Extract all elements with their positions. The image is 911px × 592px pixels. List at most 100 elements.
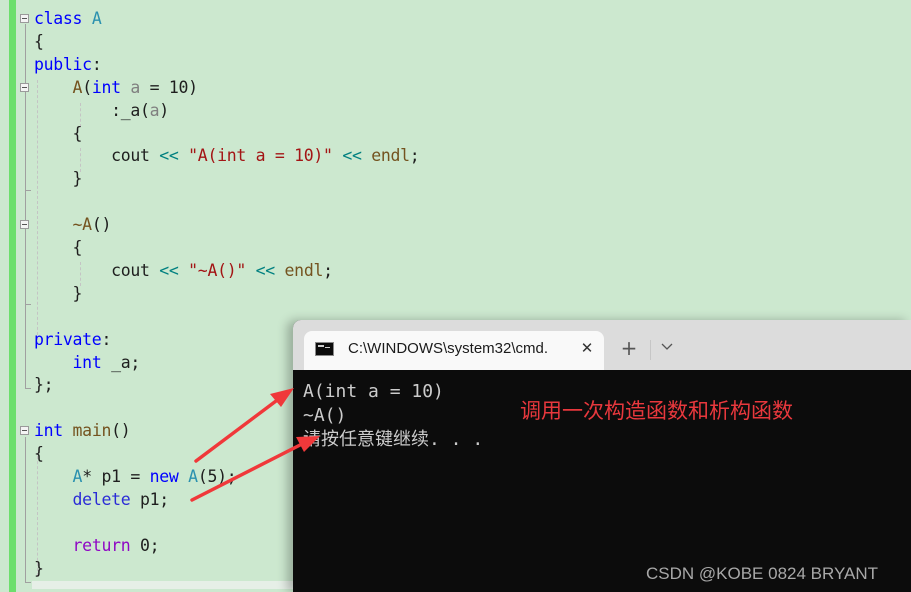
code-token: endl <box>284 260 324 280</box>
code-token: "A(int a = 10)" <box>188 146 333 166</box>
code-token: ~A <box>72 215 93 235</box>
code-line[interactable]: } <box>34 168 83 190</box>
change-indicator-bar <box>9 0 16 592</box>
code-token: ; <box>323 260 333 280</box>
code-line[interactable]: { <box>34 123 83 145</box>
fold-toggle-dtor[interactable] <box>20 220 29 229</box>
code-token: cout <box>34 146 160 166</box>
code-token: class <box>34 9 83 28</box>
code-token: "~A()" <box>188 260 246 280</box>
code-token: new <box>149 467 179 486</box>
code-token: int <box>91 77 121 97</box>
code-line[interactable]: A(int a = 10) <box>34 77 199 99</box>
code-line[interactable]: int _a; <box>34 352 141 374</box>
code-token: cout <box>34 260 160 280</box>
close-tab-icon[interactable]: ✕ <box>576 337 598 359</box>
code-token: :_a( <box>34 100 150 120</box>
tab-title: C:\WINDOWS\system32\cmd. <box>348 340 549 357</box>
code-token: } <box>34 169 83 189</box>
code-token: A <box>72 77 83 97</box>
code-line[interactable]: { <box>34 31 44 53</box>
new-tab-button[interactable]: + <box>617 336 641 360</box>
horizontal-scrollbar[interactable] <box>32 581 302 589</box>
code-token: { <box>34 123 83 143</box>
terminal-tab[interactable]: C:\WINDOWS\system32\cmd. ✕ <box>304 331 604 370</box>
terminal-tab-bar: C:\WINDOWS\system32\cmd. ✕ + <box>293 320 911 370</box>
code-token: ; <box>409 146 420 166</box>
code-line[interactable]: } <box>34 283 83 305</box>
code-token: a <box>149 100 160 120</box>
code-token: int <box>34 421 63 441</box>
code-token: << <box>159 146 179 166</box>
code-line[interactable]: int main() <box>34 420 131 442</box>
annotation-text: 调用一次构造函数和析构函数 <box>520 399 793 423</box>
terminal-output-line: A(int a = 10) <box>303 381 444 402</box>
code-token: (5); <box>197 467 237 486</box>
code-line[interactable]: :_a(a) <box>34 100 169 122</box>
code-token: p1; <box>130 489 169 509</box>
code-line[interactable]: private: <box>34 329 111 351</box>
code-line[interactable]: public: <box>34 54 102 76</box>
code-line[interactable]: return 0; <box>34 535 160 557</box>
code-line[interactable]: A* p1 = new A(5); <box>34 466 237 488</box>
tab-separator <box>650 340 651 360</box>
code-token: * p1 = <box>82 467 150 486</box>
fold-end-dtor <box>25 304 31 305</box>
code-token: ) <box>159 100 169 120</box>
code-line[interactable]: cout << "~A()" << endl; <box>34 260 333 282</box>
code-token: }; <box>34 375 54 395</box>
terminal-window[interactable]: C:\WINDOWS\system32\cmd. ✕ + A(int a = 1… <box>293 320 911 592</box>
fold-toggle-ctor[interactable] <box>20 83 29 92</box>
code-token: : <box>91 54 102 74</box>
fold-end-main <box>25 582 31 583</box>
terminal-output-line: ~A() <box>303 405 347 426</box>
code-line[interactable]: } <box>34 558 44 580</box>
code-token: int <box>72 352 102 372</box>
code-token: << <box>342 146 362 166</box>
code-token: delete <box>72 489 131 509</box>
code-token: a <box>130 77 141 97</box>
chevron-down-icon[interactable] <box>657 338 677 358</box>
fold-toggle-class[interactable] <box>20 14 29 23</box>
cmd-icon <box>315 342 334 356</box>
code-token: endl <box>371 146 410 166</box>
fold-end-ctor <box>25 190 31 191</box>
fold-line-main <box>25 437 26 582</box>
code-token: << <box>255 260 276 280</box>
code-line[interactable]: ~A() <box>34 214 112 236</box>
fold-line-class <box>25 24 26 388</box>
code-line[interactable]: }; <box>34 374 54 396</box>
code-token: return <box>72 535 131 555</box>
code-line[interactable]: delete p1; <box>34 489 170 511</box>
code-token: { <box>34 444 44 464</box>
code-token: A <box>72 467 83 486</box>
code-token: { <box>34 31 44 51</box>
code-token: } <box>34 558 44 578</box>
code-token: A <box>91 9 102 28</box>
code-line[interactable]: { <box>34 443 44 465</box>
code-line[interactable]: cout << "A(int a = 10)" << endl; <box>34 145 420 167</box>
code-token: } <box>34 283 83 303</box>
code-token: << <box>159 260 179 280</box>
code-token: _a; <box>101 352 140 372</box>
code-token: main <box>72 421 112 441</box>
code-token: A <box>188 467 198 486</box>
fold-toggle-main[interactable] <box>20 426 29 435</box>
code-token: = 10) <box>140 77 198 97</box>
code-line[interactable]: { <box>34 237 83 259</box>
watermark: CSDN @KOBE 0824 BRYANT <box>646 564 879 583</box>
terminal-output-line: 请按任意键继续. . . <box>303 429 484 450</box>
code-line[interactable]: class A <box>34 8 102 30</box>
